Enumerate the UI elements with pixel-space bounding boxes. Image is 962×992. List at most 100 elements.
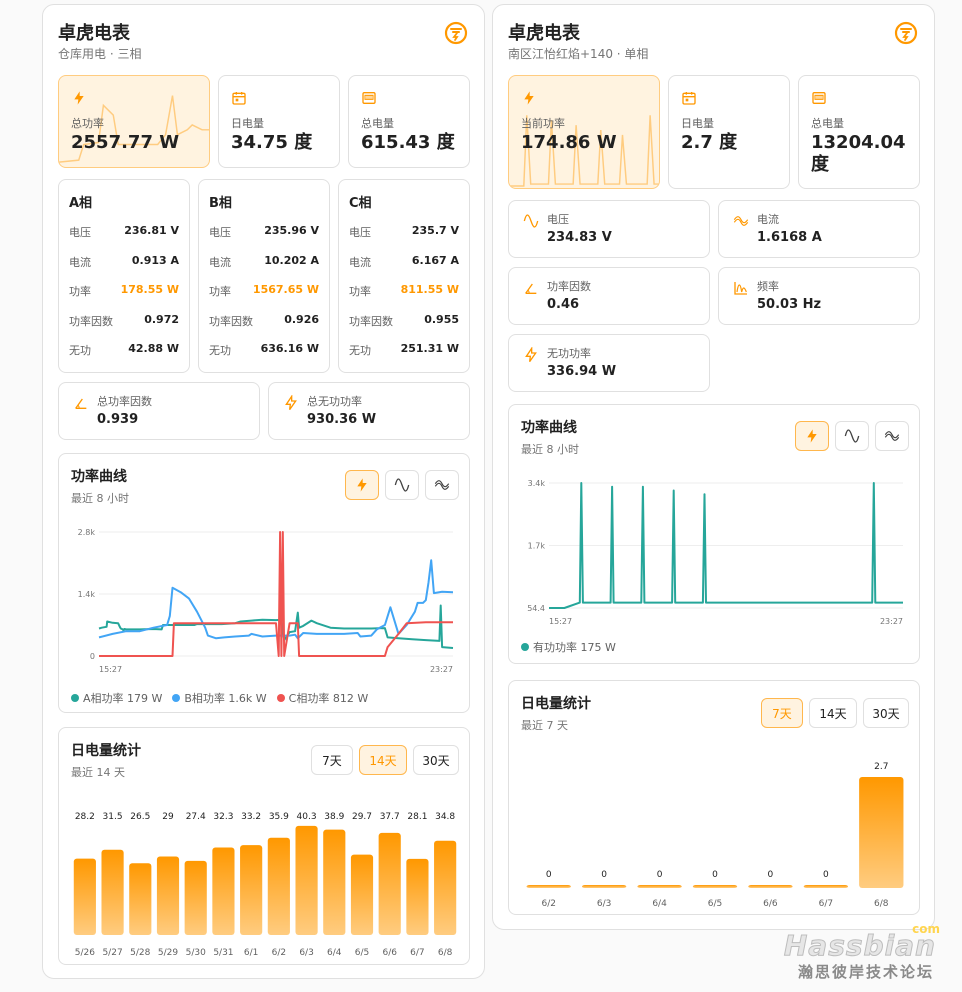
y-tick-label: 1.7k — [528, 542, 546, 551]
power-curve-chart: 54.4 1.7k 3.4k 15:27 23:27 — [527, 479, 903, 626]
bar-category-label: 5/30 — [186, 948, 206, 958]
stat-label: 总电量 — [361, 117, 394, 130]
meter-icon — [362, 92, 376, 104]
total-power-factor[interactable]: 总功率因数 0.939 — [58, 382, 260, 440]
bar[interactable] — [267, 837, 290, 935]
bar[interactable] — [378, 832, 401, 935]
current-wave-icon — [733, 216, 749, 226]
bar[interactable] — [323, 829, 346, 935]
bar-category-label: 5/26 — [75, 948, 95, 958]
bar[interactable] — [212, 847, 235, 935]
stat-current-power[interactable]: 当前功率 174.86 W — [508, 75, 660, 189]
bar-category-label: 6/4 — [327, 948, 342, 958]
stat-total-energy[interactable]: 总电量 615.43 度 — [348, 75, 470, 168]
phase-row-label: 电流 — [209, 255, 231, 269]
stat-label: 总电量 — [811, 117, 844, 130]
y-tick-label: 0 — [90, 652, 95, 661]
phase-row: 电流 0.913 A — [69, 254, 179, 270]
stat-label: 总功率 — [71, 117, 104, 130]
meter-badge-icon[interactable] — [894, 21, 918, 45]
stat-label: 日电量 — [681, 117, 714, 130]
bar[interactable] — [184, 860, 207, 935]
bar[interactable] — [526, 885, 571, 888]
stat-value: 615.43 度 — [361, 132, 455, 153]
phase-row-label: 功率 — [209, 285, 231, 298]
mini-current[interactable]: 电流 1.6168 A — [718, 200, 920, 258]
mini-label: 无功功率 — [547, 347, 591, 360]
mini-value: 336.94 W — [547, 364, 617, 379]
meter-badge-icon[interactable] — [444, 21, 468, 45]
phase-row-label: 功率因数 — [209, 314, 253, 328]
bar[interactable] — [350, 854, 374, 935]
legend-item[interactable]: 有功功率 175 W — [521, 639, 616, 655]
bar[interactable] — [129, 863, 152, 935]
bar[interactable] — [406, 858, 429, 935]
mini-frequency[interactable]: 频率 50.03 Hz — [718, 267, 920, 325]
bar-value-label: 0 — [657, 870, 663, 880]
bar-category-label: 5/31 — [213, 948, 233, 958]
bar[interactable] — [859, 777, 904, 888]
phase-c-panel: C相 电压 235.7 V 电流 6.167 A 功率 811.55 W 功率因数 0.955 无… — [338, 179, 470, 373]
legend-dot — [71, 694, 79, 702]
stat-daily-energy[interactable]: 日电量 34.75 度 — [218, 75, 340, 168]
phase-row-label: 无功 — [349, 344, 371, 357]
stat-total-energy[interactable]: 总电量 13204.04 度 — [798, 75, 920, 189]
bar-category-label: 6/7 — [819, 899, 833, 909]
bar[interactable] — [240, 845, 263, 935]
mini-value: 0.46 — [547, 297, 580, 312]
total-reactive-power[interactable]: 总无功功率 930.36 W — [268, 382, 470, 440]
bar-category-label: 6/5 — [708, 899, 722, 909]
bar[interactable] — [156, 856, 180, 935]
phase-title: C相 — [349, 196, 372, 211]
bar[interactable] — [295, 825, 318, 935]
phase-row: 电流 10.202 A — [209, 254, 319, 270]
phase-row: 无功 636.16 W — [209, 342, 319, 358]
bar[interactable] — [581, 885, 627, 888]
lightning-icon — [525, 347, 537, 363]
legend-dot — [521, 643, 529, 651]
legend-label: C相功率 812 W — [288, 692, 369, 705]
stat-total-power[interactable]: 总功率 2557.77 W — [58, 75, 210, 168]
phase-row-value: 636.16 W — [260, 342, 319, 355]
phase-row: 功率 811.55 W — [349, 283, 459, 299]
bar[interactable] — [434, 840, 457, 935]
phase-title: A相 — [69, 196, 93, 211]
stat-label: 当前功率 — [521, 117, 565, 130]
phase-row-value: 235.7 V — [411, 224, 459, 237]
power-curve-panel: 功率曲线 最近 8 小时 54.4 1.7k 3.4k 15:27 23:27 有功功率… — [508, 404, 920, 664]
phase-row-label: 电压 — [209, 226, 231, 239]
legend-item[interactable]: C相功率 812 W — [276, 690, 369, 706]
stat-daily-energy[interactable]: 日电量 2.7 度 — [668, 75, 790, 189]
bar[interactable] — [637, 885, 682, 888]
legend-label: B相功率 1.6k W — [184, 692, 267, 705]
bar-category-label: 6/1 — [244, 948, 258, 958]
phase-row: 功率因数 0.926 — [209, 313, 319, 329]
bar-category-label: 5/27 — [102, 948, 122, 958]
mini-voltage[interactable]: 电压 234.83 V — [508, 200, 710, 258]
legend-item[interactable]: B相功率 1.6k W — [172, 690, 267, 706]
bar[interactable] — [101, 849, 124, 935]
legend-item[interactable]: A相功率 179 W — [71, 690, 162, 706]
phase-row-label: 无功 — [209, 344, 231, 357]
sine-wave-icon — [523, 214, 539, 228]
bar-category-label: 6/3 — [299, 948, 313, 958]
bar-value-label: 0 — [768, 870, 774, 880]
bar-value-label: 35.9 — [269, 812, 289, 822]
bar-value-label: 40.3 — [297, 812, 317, 822]
mini-power-factor[interactable]: 功率因数 0.46 — [508, 267, 710, 325]
y-tick-label: 54.4 — [527, 604, 545, 613]
bar[interactable] — [803, 885, 849, 888]
bar-category-label: 6/8 — [438, 948, 453, 958]
phase-row-value: 0.926 — [284, 312, 319, 326]
watermark-brand: Hassbian — [783, 929, 936, 963]
bar[interactable] — [73, 858, 96, 935]
bar[interactable] — [748, 885, 793, 888]
phase-row-value: 10.202 A — [264, 253, 319, 267]
mini-label: 总无功功率 — [307, 395, 362, 408]
mini-reactive-power[interactable]: 无功功率 336.94 W — [508, 334, 710, 392]
bar[interactable] — [692, 885, 738, 888]
phase-row: 电压 235.7 V — [349, 224, 459, 240]
bar-category-label: 5/28 — [130, 948, 150, 958]
stat-value: 174.86 W — [521, 132, 617, 153]
lightning-icon — [74, 91, 84, 105]
